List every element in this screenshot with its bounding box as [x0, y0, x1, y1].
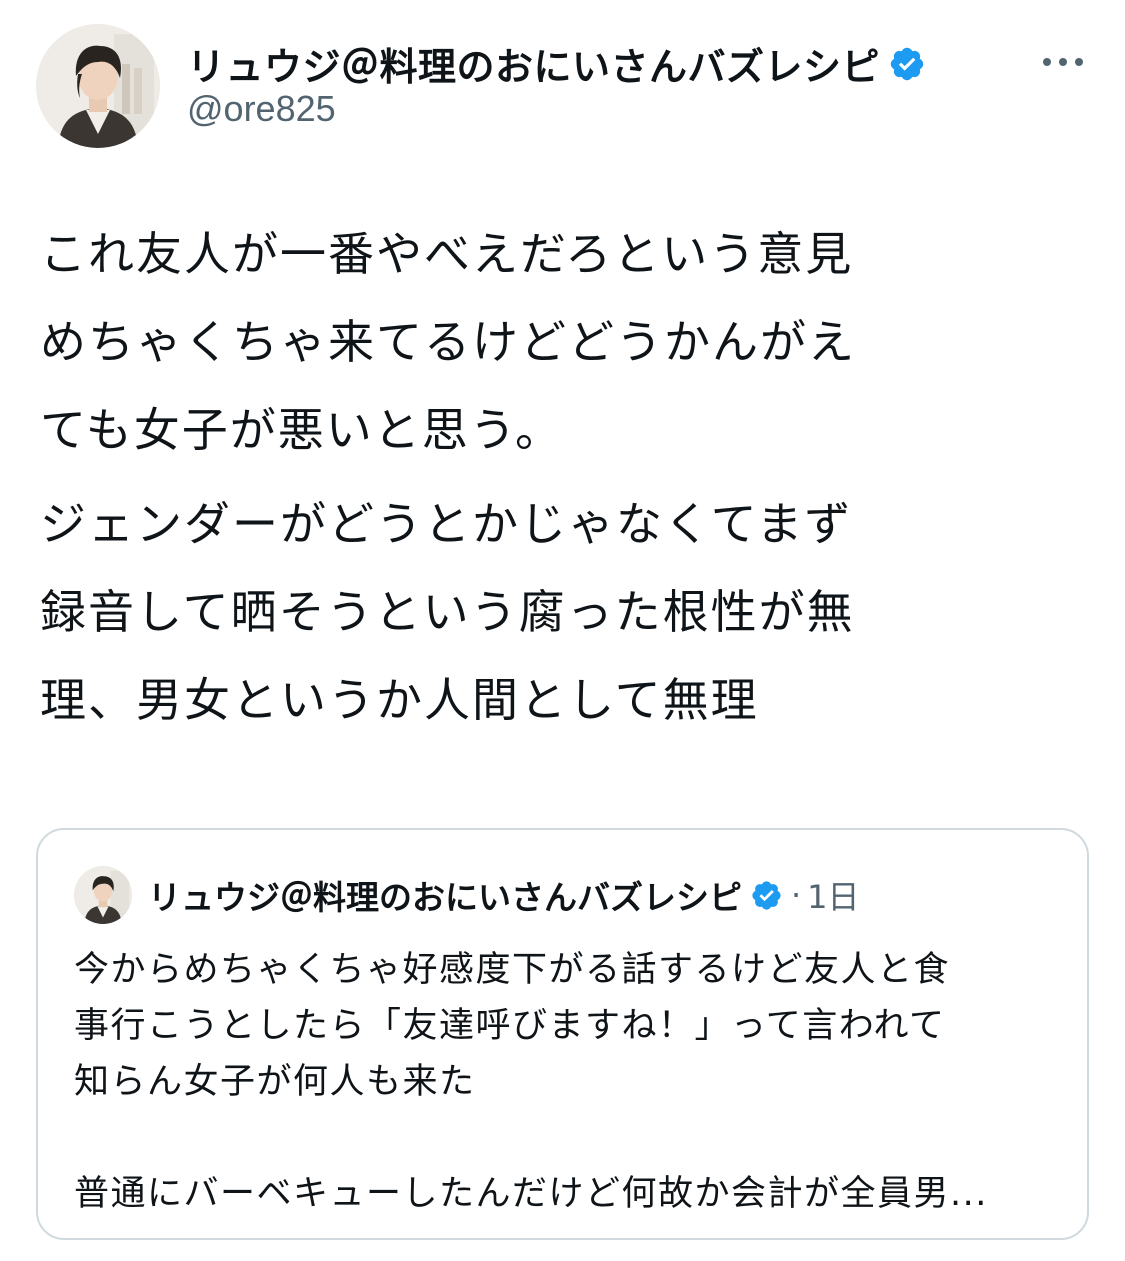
post-header: リュウジ＠料理のおにいさんバズレシピ @ore825: [36, 24, 1089, 148]
quoted-separator: ·: [791, 876, 802, 914]
post-line: ても女子が悪いと思う。: [40, 403, 563, 457]
quoted-avatar[interactable]: [74, 866, 132, 924]
quoted-line: 今からめちゃくちゃ好感度下がる話するけど友人と食: [74, 950, 951, 990]
avatar[interactable]: [36, 24, 160, 148]
post-line: ジェンダーがどうとかじゃなくてまず: [40, 497, 853, 551]
quoted-author-name: リュウジ＠料理のおにいさんバズレシピ: [148, 878, 742, 917]
quoted-line: 事行こうとしたら「友達呼びますね！」って言われて: [74, 1006, 946, 1046]
post: リュウジ＠料理のおにいさんバズレシピ @ore825 これ友人が一番やべえだろと…: [0, 0, 1125, 1261]
quoted-verified-badge-icon: [750, 879, 783, 912]
quoted-timestamp[interactable]: 1日: [807, 872, 859, 918]
post-line: 録音して晒そうという腐った根性が無: [40, 585, 855, 639]
post-line: 理、男女というか人間として無理: [40, 673, 759, 727]
quoted-post-text: 今からめちゃくちゃ好感度下がる話するけど友人と食 事行こうとしたら「友達呼びます…: [74, 942, 1064, 1222]
more-horizontal-icon[interactable]: [1041, 54, 1085, 70]
avatar-image: [36, 24, 160, 148]
verified-badge-icon[interactable]: [888, 45, 926, 83]
quoted-post[interactable]: リュウジ＠料理のおにいさんバズレシピ · 1日 今からめちゃくちゃ好感度下がる話…: [36, 828, 1089, 1240]
post-text: これ友人が一番やべえだろという意見 めちゃくちゃ来てるけどどうかんがえ ても女子…: [40, 210, 1050, 744]
quoted-line: 知らん女子が何人も来た: [74, 1062, 476, 1102]
post-line: これ友人が一番やべえだろという意見: [40, 227, 854, 281]
quoted-post-header: リュウジ＠料理のおにいさんバズレシピ · 1日: [74, 866, 860, 924]
post-line: めちゃくちゃ来てるけどどうかんがえ: [40, 315, 856, 369]
author-name[interactable]: リュウジ＠料理のおにいさんバズレシピ: [187, 36, 880, 91]
author-row: リュウジ＠料理のおにいさんバズレシピ: [187, 36, 926, 91]
author-handle[interactable]: @ore825: [187, 88, 336, 130]
quoted-blank-line: [74, 1110, 1064, 1166]
post-paragraph: ジェンダーがどうとかじゃなくてまず 録音して晒そうという腐った根性が無 理、男女…: [40, 480, 1050, 744]
quoted-avatar-image: [74, 866, 132, 924]
quoted-truncated-line: 普通にバーベキューしたんだけど何故か会計が全員男...: [74, 1174, 988, 1214]
post-paragraph: これ友人が一番やべえだろという意見 めちゃくちゃ来てるけどどうかんがえ ても女子…: [40, 210, 1050, 474]
